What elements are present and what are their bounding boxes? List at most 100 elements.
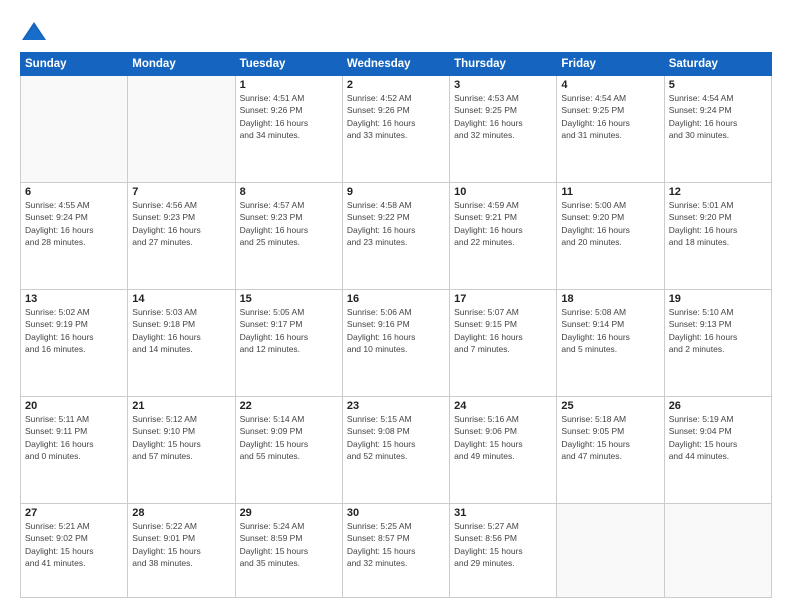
weekday-thursday: Thursday <box>450 53 557 76</box>
day-info: Sunrise: 5:16 AM Sunset: 9:06 PM Dayligh… <box>454 413 552 462</box>
day-number: 8 <box>240 186 338 198</box>
day-number: 20 <box>25 400 123 412</box>
weekday-saturday: Saturday <box>664 53 771 76</box>
calendar-cell: 12Sunrise: 5:01 AM Sunset: 9:20 PM Dayli… <box>664 183 771 290</box>
day-info: Sunrise: 5:15 AM Sunset: 9:08 PM Dayligh… <box>347 413 445 462</box>
day-info: Sunrise: 5:00 AM Sunset: 9:20 PM Dayligh… <box>561 199 659 248</box>
day-info: Sunrise: 4:59 AM Sunset: 9:21 PM Dayligh… <box>454 199 552 248</box>
week-row-5: 27Sunrise: 5:21 AM Sunset: 9:02 PM Dayli… <box>21 504 772 598</box>
day-info: Sunrise: 5:18 AM Sunset: 9:05 PM Dayligh… <box>561 413 659 462</box>
calendar-cell <box>21 76 128 183</box>
day-info: Sunrise: 5:10 AM Sunset: 9:13 PM Dayligh… <box>669 306 767 355</box>
calendar-cell: 16Sunrise: 5:06 AM Sunset: 9:16 PM Dayli… <box>342 290 449 397</box>
calendar-cell: 20Sunrise: 5:11 AM Sunset: 9:11 PM Dayli… <box>21 397 128 504</box>
day-info: Sunrise: 4:57 AM Sunset: 9:23 PM Dayligh… <box>240 199 338 248</box>
day-info: Sunrise: 5:12 AM Sunset: 9:10 PM Dayligh… <box>132 413 230 462</box>
day-info: Sunrise: 4:53 AM Sunset: 9:25 PM Dayligh… <box>454 92 552 141</box>
week-row-2: 6Sunrise: 4:55 AM Sunset: 9:24 PM Daylig… <box>21 183 772 290</box>
day-info: Sunrise: 5:22 AM Sunset: 9:01 PM Dayligh… <box>132 520 230 569</box>
day-number: 6 <box>25 186 123 198</box>
calendar-cell: 27Sunrise: 5:21 AM Sunset: 9:02 PM Dayli… <box>21 504 128 598</box>
day-number: 11 <box>561 186 659 198</box>
day-info: Sunrise: 4:54 AM Sunset: 9:25 PM Dayligh… <box>561 92 659 141</box>
calendar-table: SundayMondayTuesdayWednesdayThursdayFrid… <box>20 52 772 598</box>
calendar-cell: 29Sunrise: 5:24 AM Sunset: 8:59 PM Dayli… <box>235 504 342 598</box>
calendar-cell: 5Sunrise: 4:54 AM Sunset: 9:24 PM Daylig… <box>664 76 771 183</box>
day-number: 18 <box>561 293 659 305</box>
calendar-cell: 28Sunrise: 5:22 AM Sunset: 9:01 PM Dayli… <box>128 504 235 598</box>
weekday-monday: Monday <box>128 53 235 76</box>
calendar-cell: 22Sunrise: 5:14 AM Sunset: 9:09 PM Dayli… <box>235 397 342 504</box>
weekday-wednesday: Wednesday <box>342 53 449 76</box>
day-number: 12 <box>669 186 767 198</box>
day-number: 15 <box>240 293 338 305</box>
day-number: 3 <box>454 79 552 91</box>
header <box>20 18 772 46</box>
day-number: 30 <box>347 507 445 519</box>
calendar-cell: 26Sunrise: 5:19 AM Sunset: 9:04 PM Dayli… <box>664 397 771 504</box>
day-info: Sunrise: 5:27 AM Sunset: 8:56 PM Dayligh… <box>454 520 552 569</box>
day-number: 14 <box>132 293 230 305</box>
calendar-cell: 2Sunrise: 4:52 AM Sunset: 9:26 PM Daylig… <box>342 76 449 183</box>
day-info: Sunrise: 5:03 AM Sunset: 9:18 PM Dayligh… <box>132 306 230 355</box>
calendar-cell: 30Sunrise: 5:25 AM Sunset: 8:57 PM Dayli… <box>342 504 449 598</box>
calendar-cell: 25Sunrise: 5:18 AM Sunset: 9:05 PM Dayli… <box>557 397 664 504</box>
calendar-cell: 13Sunrise: 5:02 AM Sunset: 9:19 PM Dayli… <box>21 290 128 397</box>
calendar-cell: 14Sunrise: 5:03 AM Sunset: 9:18 PM Dayli… <box>128 290 235 397</box>
day-number: 21 <box>132 400 230 412</box>
day-number: 9 <box>347 186 445 198</box>
weekday-tuesday: Tuesday <box>235 53 342 76</box>
day-info: Sunrise: 4:56 AM Sunset: 9:23 PM Dayligh… <box>132 199 230 248</box>
day-number: 10 <box>454 186 552 198</box>
weekday-sunday: Sunday <box>21 53 128 76</box>
calendar-cell: 7Sunrise: 4:56 AM Sunset: 9:23 PM Daylig… <box>128 183 235 290</box>
calendar-cell: 23Sunrise: 5:15 AM Sunset: 9:08 PM Dayli… <box>342 397 449 504</box>
week-row-1: 1Sunrise: 4:51 AM Sunset: 9:26 PM Daylig… <box>21 76 772 183</box>
calendar-cell <box>128 76 235 183</box>
calendar-cell <box>557 504 664 598</box>
day-number: 16 <box>347 293 445 305</box>
calendar-cell: 15Sunrise: 5:05 AM Sunset: 9:17 PM Dayli… <box>235 290 342 397</box>
calendar-cell: 11Sunrise: 5:00 AM Sunset: 9:20 PM Dayli… <box>557 183 664 290</box>
day-info: Sunrise: 4:55 AM Sunset: 9:24 PM Dayligh… <box>25 199 123 248</box>
day-info: Sunrise: 5:06 AM Sunset: 9:16 PM Dayligh… <box>347 306 445 355</box>
calendar-cell: 8Sunrise: 4:57 AM Sunset: 9:23 PM Daylig… <box>235 183 342 290</box>
logo <box>20 18 52 46</box>
day-info: Sunrise: 5:21 AM Sunset: 9:02 PM Dayligh… <box>25 520 123 569</box>
day-number: 22 <box>240 400 338 412</box>
day-info: Sunrise: 5:14 AM Sunset: 9:09 PM Dayligh… <box>240 413 338 462</box>
day-info: Sunrise: 5:08 AM Sunset: 9:14 PM Dayligh… <box>561 306 659 355</box>
day-info: Sunrise: 5:02 AM Sunset: 9:19 PM Dayligh… <box>25 306 123 355</box>
page: SundayMondayTuesdayWednesdayThursdayFrid… <box>0 0 792 612</box>
day-info: Sunrise: 4:51 AM Sunset: 9:26 PM Dayligh… <box>240 92 338 141</box>
day-number: 27 <box>25 507 123 519</box>
week-row-3: 13Sunrise: 5:02 AM Sunset: 9:19 PM Dayli… <box>21 290 772 397</box>
calendar-cell: 1Sunrise: 4:51 AM Sunset: 9:26 PM Daylig… <box>235 76 342 183</box>
day-info: Sunrise: 5:25 AM Sunset: 8:57 PM Dayligh… <box>347 520 445 569</box>
day-info: Sunrise: 5:05 AM Sunset: 9:17 PM Dayligh… <box>240 306 338 355</box>
calendar-cell: 3Sunrise: 4:53 AM Sunset: 9:25 PM Daylig… <box>450 76 557 183</box>
day-info: Sunrise: 5:24 AM Sunset: 8:59 PM Dayligh… <box>240 520 338 569</box>
day-number: 23 <box>347 400 445 412</box>
calendar-cell: 17Sunrise: 5:07 AM Sunset: 9:15 PM Dayli… <box>450 290 557 397</box>
weekday-header-row: SundayMondayTuesdayWednesdayThursdayFrid… <box>21 53 772 76</box>
calendar-cell: 9Sunrise: 4:58 AM Sunset: 9:22 PM Daylig… <box>342 183 449 290</box>
calendar-cell: 6Sunrise: 4:55 AM Sunset: 9:24 PM Daylig… <box>21 183 128 290</box>
day-number: 7 <box>132 186 230 198</box>
day-info: Sunrise: 5:07 AM Sunset: 9:15 PM Dayligh… <box>454 306 552 355</box>
day-number: 31 <box>454 507 552 519</box>
day-info: Sunrise: 4:54 AM Sunset: 9:24 PM Dayligh… <box>669 92 767 141</box>
day-number: 17 <box>454 293 552 305</box>
day-number: 24 <box>454 400 552 412</box>
calendar-cell: 18Sunrise: 5:08 AM Sunset: 9:14 PM Dayli… <box>557 290 664 397</box>
day-number: 29 <box>240 507 338 519</box>
day-info: Sunrise: 5:11 AM Sunset: 9:11 PM Dayligh… <box>25 413 123 462</box>
day-number: 4 <box>561 79 659 91</box>
day-number: 1 <box>240 79 338 91</box>
day-info: Sunrise: 5:01 AM Sunset: 9:20 PM Dayligh… <box>669 199 767 248</box>
day-number: 26 <box>669 400 767 412</box>
logo-icon <box>20 18 48 46</box>
calendar-cell: 19Sunrise: 5:10 AM Sunset: 9:13 PM Dayli… <box>664 290 771 397</box>
day-number: 13 <box>25 293 123 305</box>
weekday-friday: Friday <box>557 53 664 76</box>
